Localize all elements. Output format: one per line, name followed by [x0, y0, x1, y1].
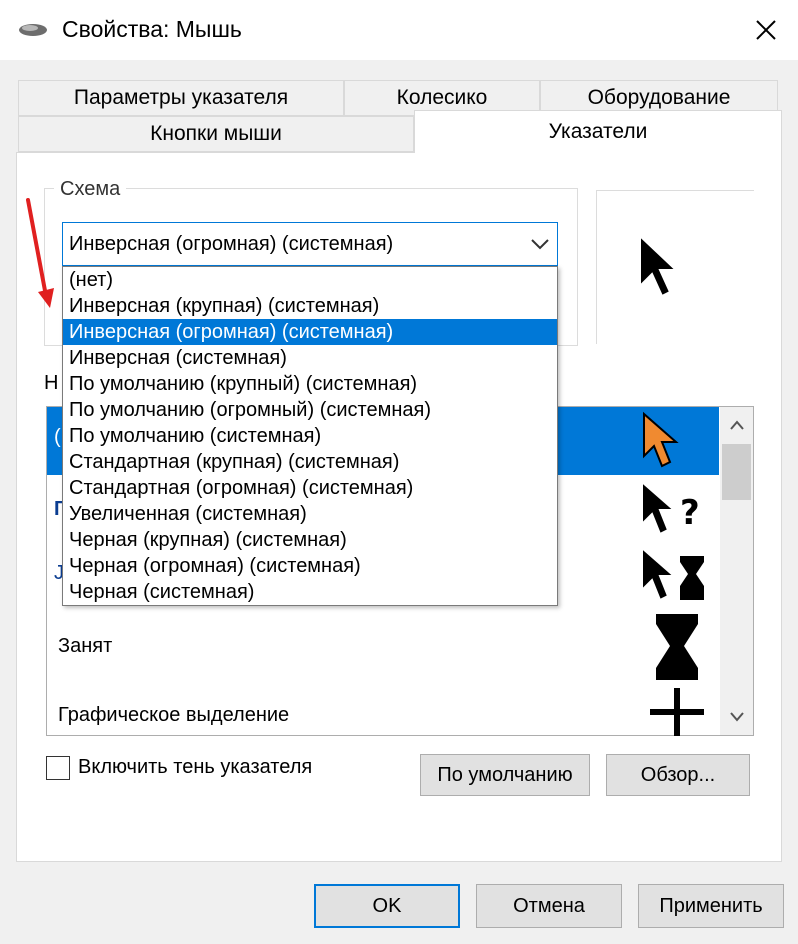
- scheme-option[interactable]: По умолчанию (огромный) (системная): [63, 397, 557, 423]
- scroll-down-button[interactable]: [720, 700, 753, 734]
- scheme-option[interactable]: Стандартная (огромная) (системная): [63, 475, 557, 501]
- close-button[interactable]: [742, 8, 790, 52]
- tab-buttons[interactable]: Кнопки мыши: [18, 116, 414, 152]
- scheme-group-label: Схема: [54, 178, 127, 201]
- scheme-option[interactable]: Инверсная (крупная) (системная): [63, 293, 557, 319]
- customize-label: Н: [44, 372, 59, 394]
- working-icon: [638, 544, 710, 608]
- close-icon: [756, 20, 776, 40]
- scheme-option[interactable]: По умолчанию (крупный) (системная): [63, 371, 557, 397]
- crosshair-icon: [650, 688, 704, 736]
- arrow-orange-icon: [640, 410, 688, 474]
- chevron-down-icon: [729, 712, 744, 722]
- annotation-arrow-icon: [20, 196, 60, 316]
- svg-text:?: ?: [680, 493, 700, 533]
- tab-pointer-options[interactable]: Параметры указателя: [18, 80, 344, 116]
- shadow-checkbox-label: Включить тень указателя: [78, 756, 313, 778]
- scheme-option[interactable]: (нет): [63, 267, 557, 293]
- default-button[interactable]: По умолчанию: [420, 754, 590, 796]
- chevron-down-icon[interactable]: [528, 232, 552, 256]
- cursor-row-precision[interactable]: Графическое выделение: [58, 704, 289, 727]
- row-fragment: (: [54, 426, 61, 448]
- scheme-option[interactable]: Черная (системная): [63, 579, 557, 605]
- scheme-option[interactable]: Стандартная (крупная) (системная): [63, 449, 557, 475]
- scheme-option[interactable]: Инверсная (огромная) (системная): [63, 319, 557, 345]
- scheme-option[interactable]: Инверсная (системная): [63, 345, 557, 371]
- scheme-dropdown-list: (нет) Инверсная (крупная) (системная) Инве…: [62, 266, 558, 606]
- help-select-icon: ?: [638, 478, 708, 542]
- scroll-up-button[interactable]: [720, 408, 753, 442]
- mouse-icon: [18, 22, 48, 38]
- scheme-option[interactable]: Черная (крупная) (системная): [63, 527, 557, 553]
- scheme-option[interactable]: Черная (огромная) (системная): [63, 553, 557, 579]
- arrow-cursor-icon: [636, 232, 684, 304]
- scheme-option[interactable]: Увеличенная (системная): [63, 501, 557, 527]
- browse-button[interactable]: Обзор...: [606, 754, 750, 796]
- shadow-checkbox[interactable]: [46, 756, 70, 780]
- apply-button[interactable]: Применить: [638, 884, 784, 928]
- scheme-option[interactable]: По умолчанию (системная): [63, 423, 557, 449]
- busy-icon: [652, 612, 702, 682]
- chevron-up-icon: [729, 420, 744, 430]
- ok-button[interactable]: OK: [314, 884, 460, 928]
- cancel-button[interactable]: Отмена: [476, 884, 622, 928]
- cursor-row-busy[interactable]: Занят: [58, 635, 112, 658]
- window-title: Свойства: Мышь: [62, 16, 242, 42]
- tab-pointers[interactable]: Указатели: [414, 110, 782, 153]
- scroll-thumb[interactable]: [722, 444, 751, 500]
- scheme-combobox[interactable]: Инверсная (огромная) (системная): [62, 222, 558, 266]
